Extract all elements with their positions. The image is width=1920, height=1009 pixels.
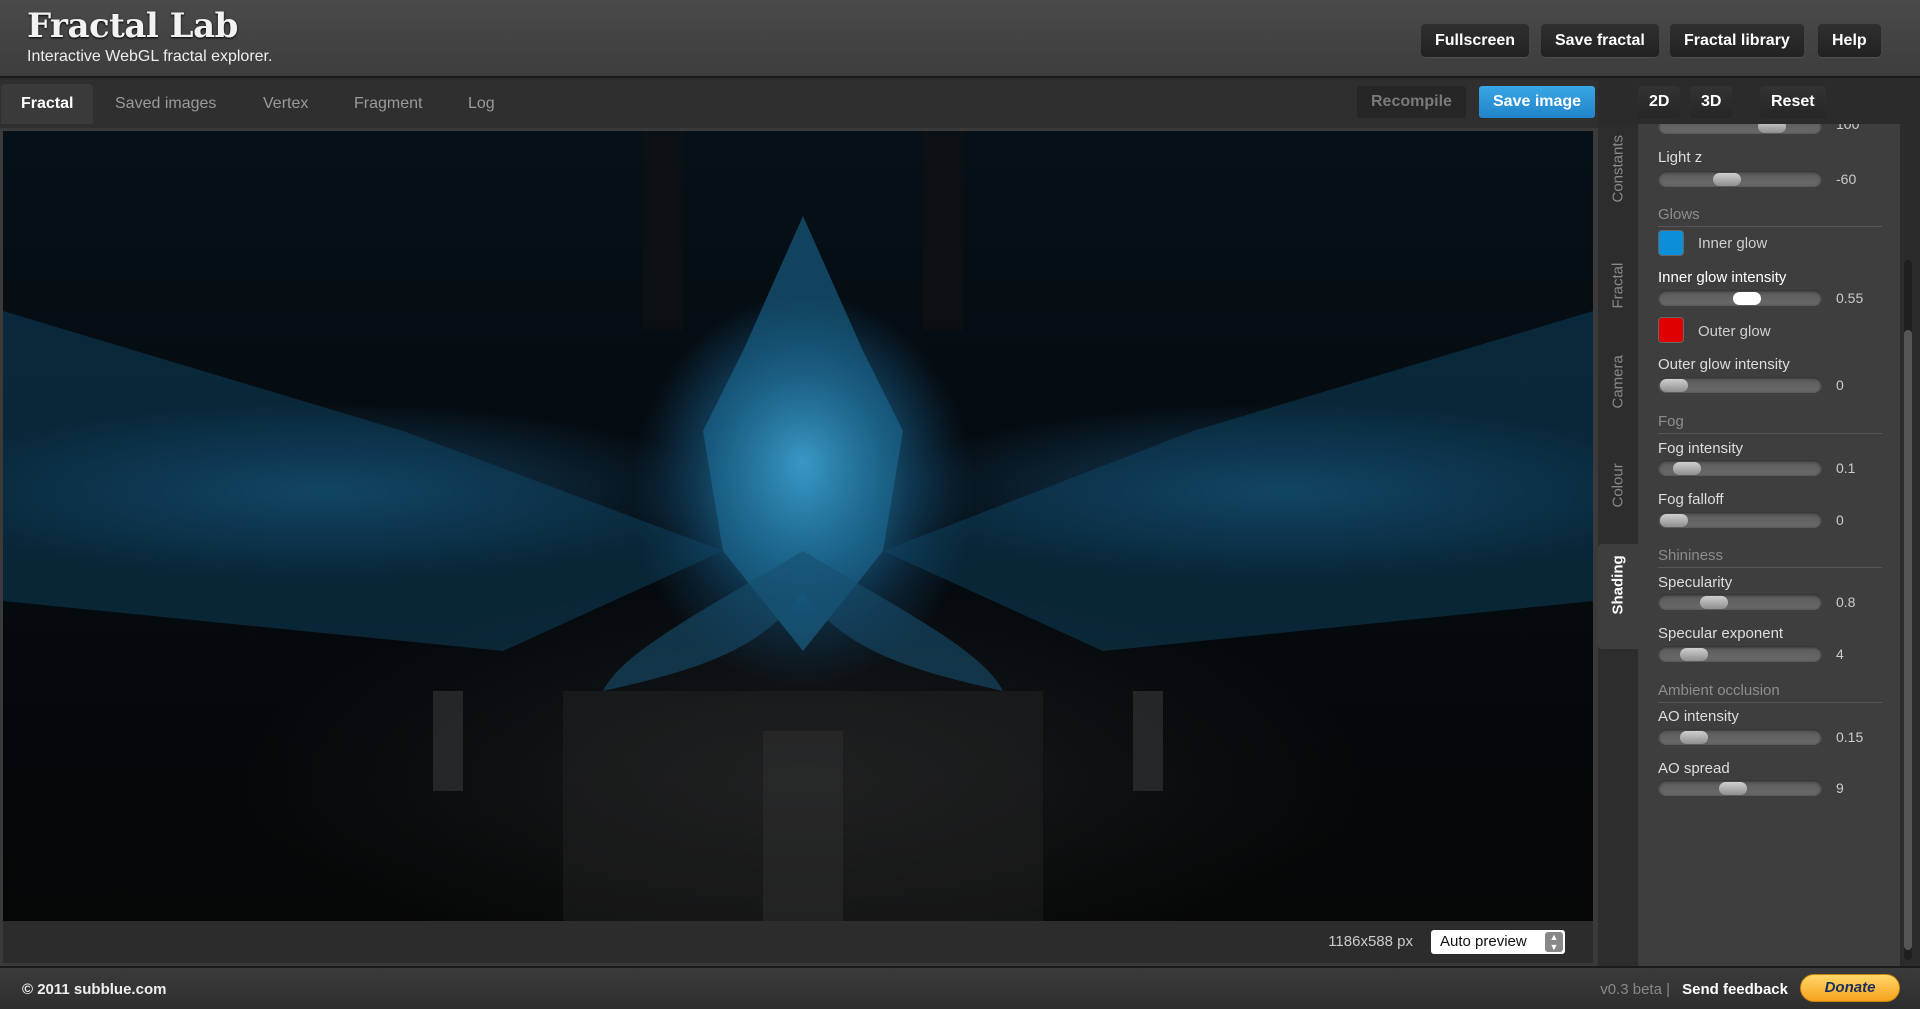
specularity-value: 0.8 bbox=[1836, 594, 1856, 610]
side-tabs: Constants Fractal Camera Colour Shading bbox=[1598, 124, 1638, 966]
tab-fragment[interactable]: Fragment bbox=[334, 84, 442, 124]
side-tab-constants[interactable]: Constants bbox=[1598, 134, 1638, 234]
slider-knob[interactable] bbox=[1758, 124, 1786, 133]
preview-mode-value: Auto preview bbox=[1440, 933, 1527, 950]
slider-knob[interactable] bbox=[1699, 596, 1728, 609]
light-z-slider[interactable] bbox=[1658, 171, 1822, 187]
ao-spread-value: 9 bbox=[1836, 780, 1844, 796]
specular-exponent-label: Specular exponent bbox=[1658, 625, 1784, 642]
ao-intensity-slider[interactable] bbox=[1658, 729, 1822, 745]
fog-intensity-value: 0.1 bbox=[1836, 460, 1856, 476]
render-view: 1186x588 px Auto preview ▲ ▼ bbox=[0, 128, 1598, 966]
fog-intensity-slider[interactable] bbox=[1658, 460, 1822, 476]
fractal-canvas[interactable] bbox=[3, 131, 1593, 921]
fractal-library-button[interactable]: Fractal library bbox=[1670, 24, 1804, 57]
specular-exponent-value: 4 bbox=[1836, 646, 1844, 662]
slider-knob[interactable] bbox=[1660, 514, 1688, 527]
panel-scrollbar-thumb[interactable] bbox=[1904, 330, 1912, 950]
canvas-dimensions: 1186x588 px bbox=[1328, 933, 1413, 950]
specularity-label: Specularity bbox=[1658, 574, 1733, 591]
ao-intensity-label: AO intensity bbox=[1658, 708, 1739, 725]
slider-knob[interactable] bbox=[1732, 292, 1761, 305]
fractal-render bbox=[3, 131, 1593, 921]
tab-saved-images[interactable]: Saved images bbox=[95, 84, 236, 124]
app-tagline: Interactive WebGL fractal explorer. bbox=[27, 48, 273, 65]
side-tab-fractal[interactable]: Fractal bbox=[1598, 244, 1638, 334]
settings-panel: 2D 3D Reset Constants Fractal Camera Col… bbox=[1598, 80, 1920, 966]
light-z-value: -60 bbox=[1836, 171, 1857, 187]
side-tab-shading[interactable]: Shading bbox=[1598, 544, 1638, 649]
app-footer: © 2011 subblue.com v0.3 beta | Send feed… bbox=[0, 966, 1920, 1009]
view-2d-button[interactable]: 2D bbox=[1638, 86, 1681, 118]
view-3d-button[interactable]: 3D bbox=[1690, 86, 1733, 118]
send-feedback-link[interactable]: Send feedback bbox=[1682, 981, 1788, 998]
tab-log[interactable]: Log bbox=[448, 84, 515, 124]
side-tab-colour[interactable]: Colour bbox=[1598, 439, 1638, 539]
slider-knob[interactable] bbox=[1660, 379, 1688, 392]
shading-controls: 100 Light z -60 Glows Inner glow Inner g… bbox=[1638, 124, 1900, 966]
ao-intensity-value: 0.15 bbox=[1836, 729, 1864, 745]
specular-exponent-slider[interactable] bbox=[1658, 646, 1822, 662]
outer-glow-label: Outer glow bbox=[1698, 323, 1771, 340]
view-mode-bar: 2D 3D Reset bbox=[1638, 80, 1920, 124]
inner-glow-intensity-value: 0.55 bbox=[1836, 290, 1864, 306]
inner-glow-swatch[interactable] bbox=[1658, 230, 1684, 256]
recompile-button[interactable]: Recompile bbox=[1357, 86, 1466, 118]
fog-falloff-value: 0 bbox=[1836, 512, 1844, 528]
slider-knob[interactable] bbox=[1712, 173, 1741, 186]
slider-knob[interactable] bbox=[1719, 782, 1748, 795]
light-z-label: Light z bbox=[1658, 149, 1703, 166]
outer-glow-intensity-slider[interactable] bbox=[1658, 377, 1822, 393]
save-fractal-button[interactable]: Save fractal bbox=[1541, 24, 1659, 57]
light-y-value: 100 bbox=[1836, 124, 1860, 132]
inner-glow-intensity-slider[interactable] bbox=[1658, 290, 1822, 306]
outer-glow-swatch[interactable] bbox=[1658, 317, 1684, 343]
slider-knob[interactable] bbox=[1679, 731, 1708, 744]
fullscreen-button[interactable]: Fullscreen bbox=[1421, 24, 1530, 57]
save-image-button[interactable]: Save image bbox=[1479, 86, 1596, 118]
outer-glow-intensity-value: 0 bbox=[1836, 377, 1844, 393]
app-header: Fractal Lab Interactive WebGL fractal ex… bbox=[0, 0, 1920, 78]
side-tab-camera[interactable]: Camera bbox=[1598, 344, 1638, 434]
slider-knob[interactable] bbox=[1679, 648, 1708, 661]
render-status-bar: 1186x588 px Auto preview ▲ ▼ bbox=[3, 921, 1593, 963]
fog-intensity-label: Fog intensity bbox=[1658, 440, 1744, 457]
ambient-occlusion-heading: Ambient occlusion bbox=[1658, 682, 1882, 703]
shininess-heading: Shininess bbox=[1658, 547, 1882, 568]
main-tabbar: Fractal Saved images Vertex Fragment Log… bbox=[0, 80, 1600, 128]
ao-spread-slider[interactable] bbox=[1658, 780, 1822, 796]
fog-heading: Fog bbox=[1658, 413, 1882, 434]
app-logo: Fractal Lab bbox=[27, 6, 238, 46]
outer-glow-intensity-label: Outer glow intensity bbox=[1658, 356, 1790, 373]
select-arrows-icon: ▲ ▼ bbox=[1545, 932, 1563, 952]
copyright-link[interactable]: © 2011 subblue.com bbox=[22, 981, 166, 998]
inner-glow-intensity-label: Inner glow intensity bbox=[1658, 269, 1787, 286]
tab-vertex[interactable]: Vertex bbox=[243, 84, 328, 124]
donate-button[interactable]: Donate bbox=[1800, 974, 1900, 1002]
version-label: v0.3 beta | bbox=[1600, 981, 1670, 998]
help-button[interactable]: Help bbox=[1818, 24, 1881, 57]
light-y-slider[interactable] bbox=[1658, 124, 1822, 134]
ao-spread-label: AO spread bbox=[1658, 760, 1730, 777]
tab-fractal[interactable]: Fractal bbox=[1, 84, 94, 124]
inner-glow-label: Inner glow bbox=[1698, 235, 1768, 252]
fog-falloff-label: Fog falloff bbox=[1658, 491, 1724, 508]
specularity-slider[interactable] bbox=[1658, 594, 1822, 610]
reset-button[interactable]: Reset bbox=[1760, 86, 1826, 118]
fog-falloff-slider[interactable] bbox=[1658, 512, 1822, 528]
glows-heading: Glows bbox=[1658, 206, 1882, 227]
slider-knob[interactable] bbox=[1673, 462, 1702, 475]
preview-mode-select[interactable]: Auto preview ▲ ▼ bbox=[1431, 930, 1565, 954]
